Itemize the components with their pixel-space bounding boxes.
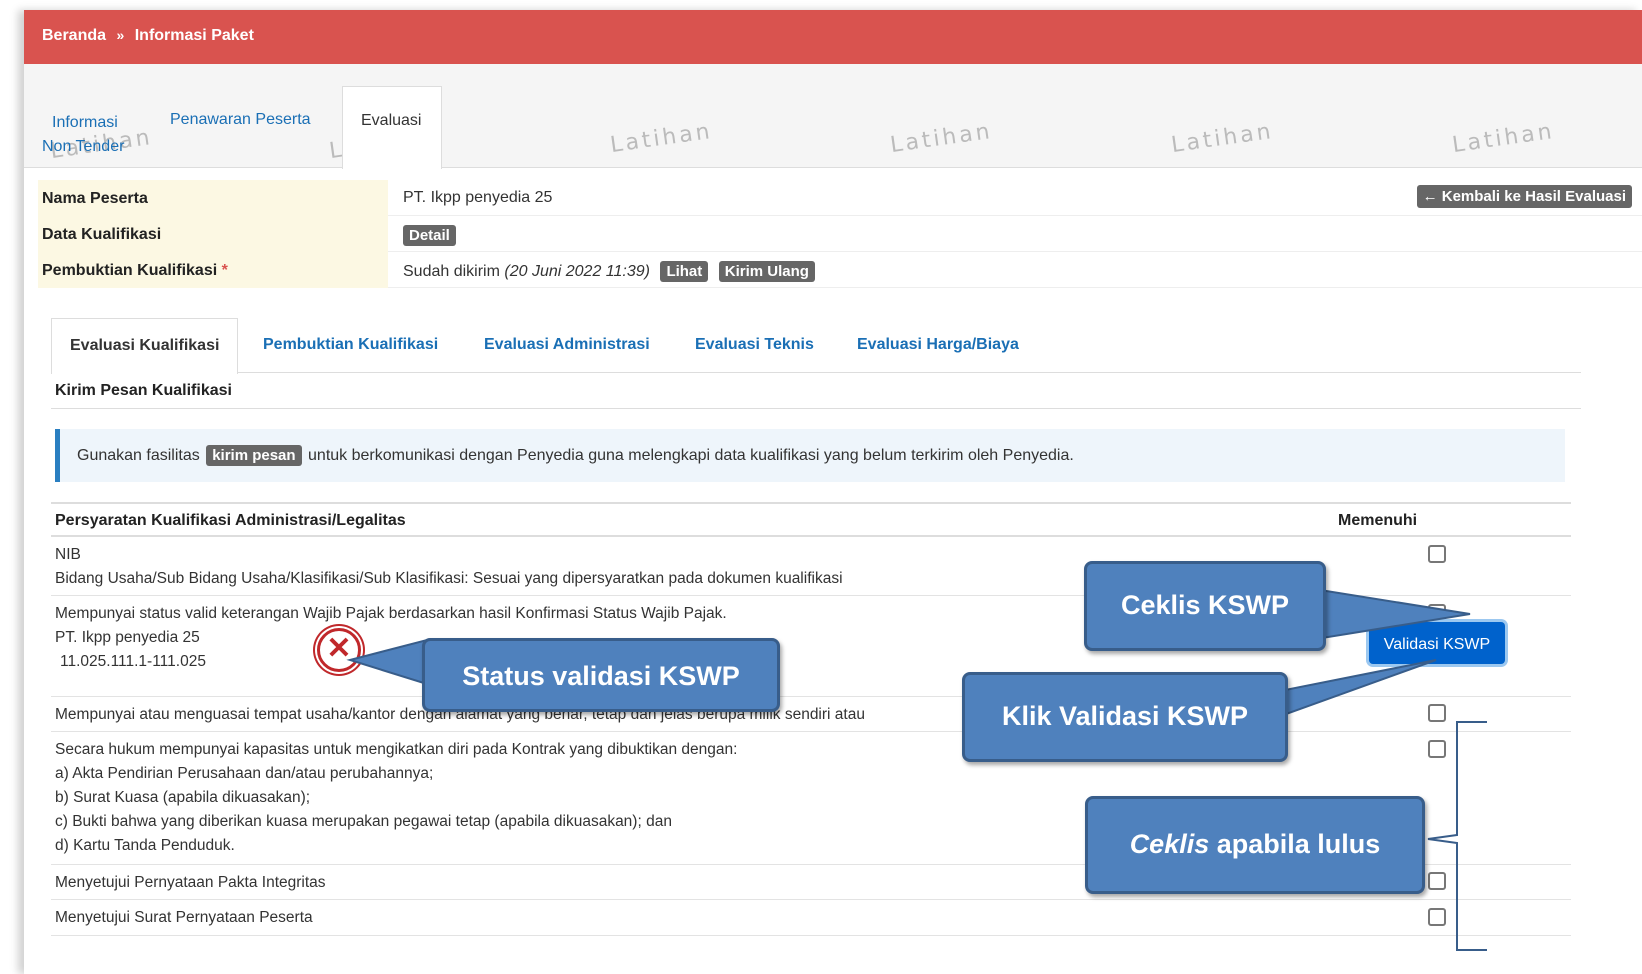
memenuhi-checkbox-kswp[interactable]: [1428, 604, 1446, 622]
arrow-left-icon: ←: [1422, 188, 1438, 205]
watermark-text: Latihan: [888, 118, 995, 159]
callout-ceklis-lulus: Ceklis apabila lulus: [1085, 796, 1425, 894]
kswp-description: Mempunyai status valid keterangan Wajib …: [55, 605, 727, 622]
alert-text-before: Gunakan fasilitas: [77, 447, 200, 464]
kirim-ulang-button[interactable]: Kirim Ulang: [718, 261, 815, 282]
pembuktian-status: Sudah dikirim: [403, 263, 500, 280]
nama-peserta-label: Nama Peserta: [38, 180, 388, 216]
subtab-evaluasi-administrasi[interactable]: Evaluasi Administrasi: [484, 336, 650, 354]
tempat-usaha-text: Mempunyai atau menguasai tempat usaha/ka…: [55, 706, 865, 723]
nib-label: NIB: [55, 546, 81, 563]
divider: [51, 408, 1581, 409]
memenuhi-checkbox-hukum[interactable]: [1428, 740, 1446, 758]
callout-status-validasi: Status validasi KSWP: [422, 638, 780, 712]
pembuktian-kualifikasi-value: Sudah dikirim (20 Juni 2022 11:39) Lihat…: [403, 252, 815, 288]
subtab-evaluasi-harga[interactable]: Evaluasi Harga/Biaya: [857, 336, 1019, 354]
lihat-button[interactable]: Lihat: [660, 261, 709, 282]
memenuhi-checkbox-nib[interactable]: [1428, 545, 1446, 563]
pembuktian-date: (20 Juni 2022 11:39): [504, 263, 650, 280]
requirement-row-nib: NIB Bidang Usaha/Sub Bidang Usaha/Klasif…: [51, 537, 1571, 596]
hukum-line1: Secara hukum mempunyai kapasitas untuk m…: [55, 741, 738, 758]
data-kualifikasi-label: Data Kualifikasi: [38, 216, 388, 252]
tab-penawaran-peserta[interactable]: Penawaran Peserta: [170, 111, 311, 129]
breadcrumb: Beranda » Informasi Paket: [24, 10, 1642, 64]
kswp-company: PT. Ikpp penyedia 25: [55, 629, 200, 646]
alert-text-after: untuk berkomunikasi dengan Penyedia guna…: [308, 447, 1074, 464]
watermark-text: Latihan: [1450, 118, 1557, 159]
callout-klik-validasi: Klik Validasi KSWP: [962, 672, 1288, 762]
nib-description: Bidang Usaha/Sub Bidang Usaha/Klasifikas…: [55, 570, 843, 587]
breadcrumb-current: Informasi Paket: [134, 27, 254, 44]
memenuhi-checkbox-pakta[interactable]: [1428, 872, 1446, 890]
x-circle-icon: ✕: [317, 628, 361, 672]
subtab-evaluasi-kualifikasi[interactable]: Evaluasi Kualifikasi: [51, 318, 239, 374]
callout-ceklis-word: Ceklis: [1129, 829, 1210, 859]
subtab-evaluasi-teknis[interactable]: Evaluasi Teknis: [695, 336, 814, 354]
memenuhi-checkbox-peserta[interactable]: [1428, 908, 1446, 926]
kirim-pesan-button[interactable]: kirim pesan: [206, 445, 302, 466]
kswp-npwp: 11.025.111.1-111.025: [60, 653, 206, 670]
pembuktian-kualifikasi-label: Pembuktian Kualifikasi *: [38, 252, 388, 288]
header-memenuhi: Memenuhi: [1338, 512, 1418, 529]
tab-informasi-non-tender[interactable]: Informasi Non Tender: [42, 111, 152, 159]
breadcrumb-separator: »: [116, 27, 125, 43]
data-kualifikasi-value: Detail: [403, 216, 456, 252]
nama-peserta-value: PT. Ikpp penyedia 25: [403, 189, 553, 206]
memenuhi-checkbox-tempat-usaha[interactable]: [1428, 704, 1446, 722]
callout-ceklis-kswp: Ceklis KSWP: [1084, 561, 1326, 651]
tab-label-line1: Informasi: [52, 114, 118, 131]
section-title: Kirim Pesan Kualifikasi: [55, 382, 232, 399]
requirements-header: Persyaratan Kualifikasi Administrasi/Leg…: [51, 502, 1571, 537]
back-to-evaluation-button[interactable]: ← Kembali ke Hasil Evaluasi: [1416, 185, 1632, 208]
tab-evaluasi[interactable]: Evaluasi: [342, 86, 442, 169]
callout-apabila-lulus: apabila lulus: [1209, 829, 1381, 859]
requirement-row-peserta: Menyetujui Surat Pernyataan Peserta: [51, 900, 1571, 936]
requirement-row-kswp: Mempunyai status valid keterangan Wajib …: [51, 596, 1571, 697]
required-mark: *: [221, 262, 228, 279]
hukum-line2: a) Akta Pendirian Perusahaan dan/atau pe…: [55, 765, 434, 782]
main-tabs: Latihan Latihan Latihan Latihan Latihan …: [24, 64, 1642, 169]
back-button-label: Kembali ke Hasil Evaluasi: [1441, 188, 1626, 205]
detail-button[interactable]: Detail: [403, 225, 456, 246]
breadcrumb-home[interactable]: Beranda: [42, 27, 106, 44]
validasi-kswp-button[interactable]: Validasi KSWP: [1369, 622, 1505, 664]
watermark-text: Latihan: [608, 118, 715, 159]
tab-label-line2: Non Tender: [42, 138, 125, 155]
watermark-text: Latihan: [1169, 118, 1276, 159]
subtab-pembuktian-kualifikasi[interactable]: Pembuktian Kualifikasi: [263, 336, 438, 354]
header-requirement: Persyaratan Kualifikasi Administrasi/Leg…: [55, 512, 406, 529]
evaluation-subtabs: Evaluasi Kualifikasi Pembuktian Kualifik…: [51, 318, 1581, 374]
info-row-kualifikasi: Data Kualifikasi Detail: [38, 216, 1642, 252]
info-row-nama: Nama Peserta PT. Ikpp penyedia 25 ← Kemb…: [38, 180, 1642, 216]
peserta-text: Menyetujui Surat Pernyataan Peserta: [55, 909, 313, 926]
participant-info-table: Nama Peserta PT. Ikpp penyedia 25 ← Kemb…: [38, 180, 1642, 288]
requirement-row-tempat-usaha: Mempunyai atau menguasai tempat usaha/ka…: [51, 697, 1571, 732]
info-row-pembuktian: Pembuktian Kualifikasi * Sudah dikirim (…: [38, 252, 1642, 288]
pembuktian-label-text: Pembuktian Kualifikasi: [42, 262, 218, 279]
info-alert: Gunakan fasilitas kirim pesan untuk berk…: [55, 429, 1565, 482]
